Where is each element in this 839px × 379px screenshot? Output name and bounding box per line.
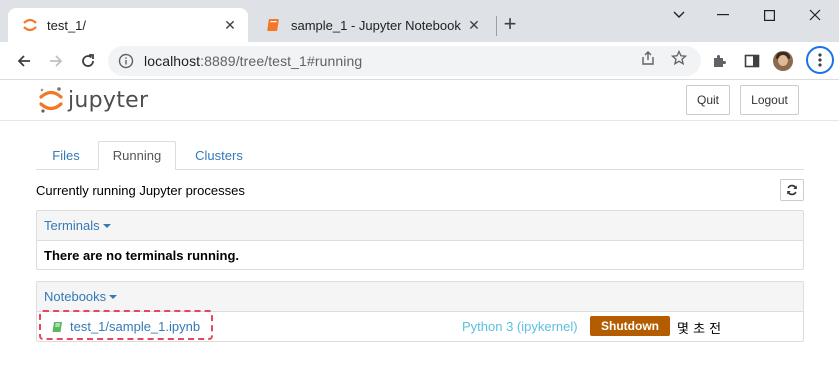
notebooks-panel-header[interactable]: Notebooks (37, 282, 803, 312)
extensions-puzzle-icon[interactable] (709, 51, 729, 71)
address-bar[interactable]: localhost:8889/tree/test_1#running (108, 46, 701, 76)
avatar-face (778, 55, 788, 66)
notebook-link[interactable]: test_1/sample_1.ipynb (51, 319, 200, 334)
terminals-panel-header[interactable]: Terminals (37, 211, 803, 241)
close-tab-icon[interactable]: ✕ (464, 15, 484, 35)
jupyter-logo[interactable]: jupyter (38, 86, 148, 114)
browser-tab-title: test_1/ (47, 17, 87, 33)
browser-menu-icon[interactable] (806, 46, 834, 74)
header-divider (0, 120, 839, 121)
minimize-icon[interactable] (700, 0, 746, 30)
refresh-icon (787, 184, 797, 196)
browser-toolbar: localhost:8889/tree/test_1#running (0, 42, 839, 80)
bookmark-star-icon[interactable] (670, 49, 688, 67)
notebook-book-icon (52, 321, 62, 332)
tab-divider (496, 16, 497, 36)
browser-tab-title: sample_1 - Jupyter Notebook (291, 17, 461, 33)
notebook-path: test_1/sample_1.ipynb (70, 319, 201, 334)
terminals-empty: There are no terminals running. (37, 241, 803, 269)
jupyter-logo-icon (39, 87, 63, 113)
url-host: localhost (144, 53, 201, 69)
notebooks-panel: Notebooks test_1/sample_1.ipynb Python 3… (36, 281, 804, 342)
jupyter-favicon-icon (22, 17, 38, 33)
new-tab-icon[interactable]: + (498, 11, 522, 36)
caret-down-icon (102, 223, 111, 228)
terminals-panel: Terminals There are no terminals running… (36, 210, 804, 270)
refresh-button[interactable] (780, 179, 804, 201)
list-item: test_1/sample_1.ipynb Python 3 (ipykerne… (37, 310, 803, 341)
url-path: :8889/tree/test_1#running (200, 53, 363, 69)
notebooks-title: Notebooks (44, 289, 107, 304)
tab-running[interactable]: Running (98, 141, 176, 170)
terminals-empty-message: There are no terminals running. (44, 247, 240, 263)
share-icon[interactable] (639, 49, 657, 67)
running-header: Currently running Jupyter processes (36, 183, 245, 198)
terminals-title: Terminals (44, 218, 100, 233)
tab-search-chevron-icon[interactable] (656, 0, 702, 30)
quit-button[interactable]: Quit (686, 85, 730, 115)
site-info-icon[interactable] (118, 53, 134, 69)
caret-down-icon (109, 294, 118, 299)
last-activity-time: 몇 초 전 (677, 322, 722, 337)
url-text: localhost:8889/tree/test_1#running (144, 53, 362, 69)
tab-files[interactable]: Files (36, 141, 96, 170)
profile-avatar[interactable] (773, 51, 793, 71)
tab-clusters[interactable]: Clusters (180, 141, 258, 170)
window-close-icon[interactable] (792, 0, 838, 30)
logout-button[interactable]: Logout (740, 85, 799, 115)
reload-icon[interactable] (74, 47, 102, 75)
side-panel-icon[interactable] (742, 51, 762, 71)
jupyter-page: jupyter Quit Logout Files Running Cluste… (0, 80, 839, 379)
back-arrow-icon[interactable] (10, 47, 38, 75)
forward-arrow-icon[interactable] (42, 47, 70, 75)
jupyter-wordmark: jupyter (68, 87, 149, 113)
shutdown-button[interactable]: Shutdown (590, 316, 670, 336)
close-tab-icon[interactable]: ✕ (220, 15, 240, 35)
kernel-name: Python 3 (ipykernel) (462, 319, 578, 334)
browser-tabstrip: test_1/ ✕ sample_1 - Jupyter Notebook ✕ … (0, 0, 839, 42)
browser-tab-inactive[interactable]: sample_1 - Jupyter Notebook ✕ (252, 8, 492, 42)
browser-tab-active[interactable]: test_1/ ✕ (8, 8, 248, 42)
maximize-icon[interactable] (746, 0, 792, 30)
notebook-favicon-icon (266, 17, 282, 33)
